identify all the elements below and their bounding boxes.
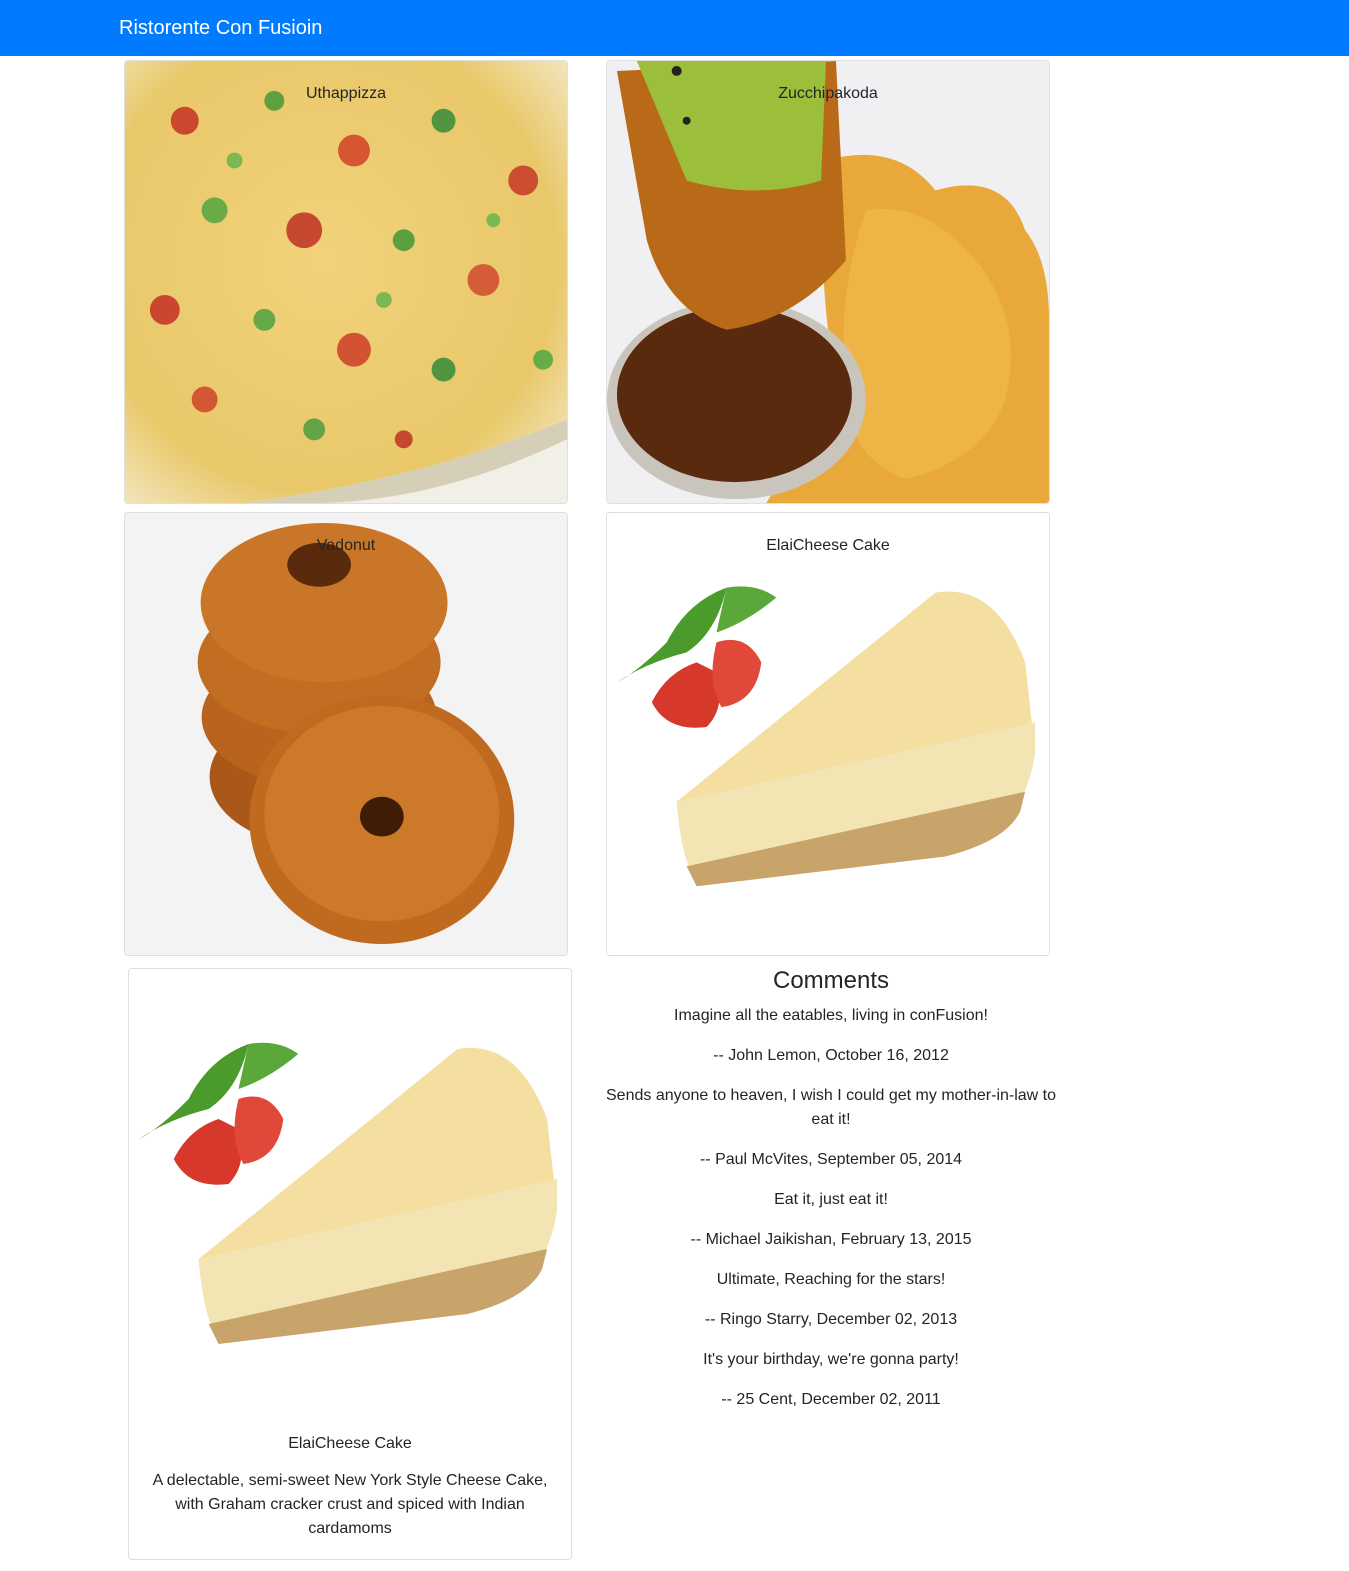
comment-item: Sends anyone to heaven, I wish I could g…: [606, 1084, 1056, 1172]
dish-title: ElaiCheese Cake: [766, 537, 890, 554]
menu-card-uthappizza[interactable]: Uthappizza: [124, 60, 568, 504]
menu-card-vadonut[interactable]: Vadonut: [124, 512, 568, 956]
navbar-brand[interactable]: Ristorente Con Fusioin: [119, 16, 322, 40]
dish-detail-image: [129, 969, 571, 1413]
comment-item: Imagine all the eatables, living in conF…: [606, 1004, 1056, 1068]
navbar: Ristorente Con Fusioin: [0, 0, 1349, 56]
dish-detail-description: A delectable, semi-sweet New York Style …: [152, 1472, 548, 1537]
dish-title: Uthappizza: [305, 85, 387, 102]
dish-title: Zucchipakoda: [778, 85, 878, 102]
comment-byline: -- John Lemon, October 16, 2012: [713, 1047, 949, 1064]
comment-text: Imagine all the eatables, living in conF…: [674, 1007, 988, 1024]
comments-section: Comments Imagine all the eatables, livin…: [606, 966, 1056, 1428]
comment-byline: -- Ringo Starry, December 02, 2013: [704, 1311, 958, 1328]
comment-item: It's your birthday, we're gonna party! -…: [606, 1348, 1056, 1412]
dish-detail-card: ElaiCheese Cake A delectable, semi-sweet…: [128, 968, 572, 1560]
comment-text: It's your birthday, we're gonna party!: [703, 1351, 959, 1368]
vadonut-image: [125, 513, 567, 955]
comment-text: Sends anyone to heaven, I wish I could g…: [606, 1087, 1057, 1128]
comments-heading: Comments: [772, 967, 890, 994]
comment-byline: -- Michael Jaikishan, February 13, 2015: [690, 1231, 972, 1248]
comment-item: Ultimate, Reaching for the stars! -- Rin…: [606, 1268, 1056, 1332]
elaicheese-cake-image: [607, 513, 1049, 955]
comment-text: Eat it, just eat it!: [774, 1191, 888, 1208]
zucchipakoda-image: [607, 61, 1049, 503]
comment-item: Eat it, just eat it! -- Michael Jaikisha…: [606, 1188, 1056, 1252]
dish-detail-title: ElaiCheese Cake: [288, 1435, 412, 1452]
menu-card-zucchipakoda[interactable]: Zucchipakoda: [606, 60, 1050, 504]
uthappizza-image: [125, 61, 567, 503]
comment-text: Ultimate, Reaching for the stars!: [716, 1271, 946, 1288]
comments-list: Imagine all the eatables, living in conF…: [606, 1004, 1056, 1412]
comment-byline: -- 25 Cent, December 02, 2011: [721, 1391, 941, 1408]
comment-byline: -- Paul McVites, September 05, 2014: [699, 1151, 963, 1168]
dish-title: Vadonut: [316, 537, 376, 554]
menu-card-elaicheese-cake[interactable]: ElaiCheese Cake: [606, 512, 1050, 956]
